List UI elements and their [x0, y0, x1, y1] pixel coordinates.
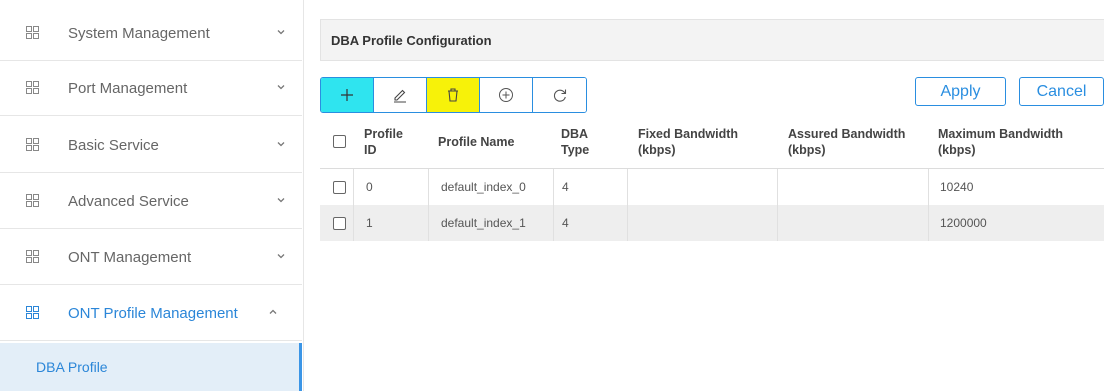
sidebar-item-label: Port Management	[68, 79, 188, 97]
table-row[interactable]: 0 default_index_0 4 10240	[320, 169, 1104, 205]
grid-icon	[26, 194, 39, 207]
column-header-profile-id[interactable]: Profile ID	[364, 115, 414, 168]
row-checkbox[interactable]	[333, 216, 346, 230]
cell-maximum-bandwidth: 1200000	[940, 216, 987, 230]
grid-icon	[26, 306, 39, 319]
column-header-fixed-bandwidth[interactable]: Fixed Bandwidth (kbps)	[638, 115, 768, 168]
table-header-row: Profile ID Profile Name DBA Type Fixed B…	[320, 115, 1104, 168]
cell-profile-name: default_index_1	[441, 216, 526, 230]
refresh-button[interactable]	[533, 78, 586, 112]
grid-icon	[26, 26, 39, 39]
row-select-cell	[333, 169, 346, 205]
sidebar-item-label: ONT Profile Management	[68, 304, 238, 322]
grid-icon	[26, 250, 39, 263]
column-divider	[928, 169, 929, 241]
column-header-assured-bandwidth[interactable]: Assured Bandwidth (kbps)	[788, 115, 928, 168]
sidebar-subitem-label: DBA Profile	[36, 359, 108, 375]
cell-profile-id: 1	[366, 216, 373, 230]
column-divider	[777, 169, 778, 241]
column-header-maximum-bandwidth[interactable]: Maximum Bandwidth (kbps)	[938, 115, 1098, 168]
circle-plus-icon	[499, 88, 513, 102]
cell-maximum-bandwidth: 10240	[940, 180, 974, 194]
grid-icon	[26, 81, 39, 94]
cell-profile-name: default_index_0	[441, 180, 526, 194]
column-divider	[353, 169, 354, 241]
column-divider	[428, 169, 429, 241]
column-divider	[627, 169, 628, 241]
sidebar-item-label: Basic Service	[68, 136, 159, 154]
chevron-up-icon	[269, 309, 277, 314]
sidebar-item-label: System Management	[68, 24, 210, 42]
sidebar-item-system-management[interactable]: System Management	[0, 6, 302, 61]
chevron-down-icon	[277, 254, 285, 259]
plus-icon	[341, 89, 353, 101]
delete-button[interactable]	[427, 78, 480, 112]
sidebar-item-port-management[interactable]: Port Management	[0, 61, 302, 116]
cancel-button[interactable]: Cancel	[1019, 77, 1104, 106]
sidebar-item-ont-management[interactable]: ONT Management	[0, 230, 302, 285]
table-row[interactable]: 1 default_index_1 4 1200000	[320, 205, 1104, 241]
sidebar-item-advanced-service[interactable]: Advanced Service	[0, 174, 302, 229]
refresh-icon	[553, 89, 566, 102]
select-all-checkbox[interactable]	[333, 135, 346, 148]
sidebar: System Management Port Management Basic …	[0, 0, 304, 391]
panel-header: DBA Profile Configuration	[320, 19, 1104, 61]
row-checkbox[interactable]	[333, 180, 346, 194]
cell-dba-type: 4	[562, 180, 569, 194]
sidebar-item-label: ONT Management	[68, 248, 192, 266]
edit-button[interactable]	[374, 78, 427, 112]
apply-button[interactable]: Apply	[915, 77, 1006, 106]
add-button[interactable]	[321, 78, 374, 112]
grid-icon	[26, 138, 39, 151]
toolbar	[320, 77, 587, 113]
cell-profile-id: 0	[366, 180, 373, 194]
circle-plus-button[interactable]	[480, 78, 533, 112]
column-header-profile-name[interactable]: Profile Name	[438, 115, 548, 168]
page-title: DBA Profile Configuration	[331, 32, 492, 48]
column-header-dba-type[interactable]: DBA Type	[561, 115, 611, 168]
sidebar-item-label: Advanced Service	[68, 192, 189, 210]
trash-icon	[448, 88, 458, 102]
chevron-down-icon	[277, 142, 285, 147]
cell-dba-type: 4	[562, 216, 569, 230]
chevron-down-icon	[277, 85, 285, 90]
column-divider	[553, 169, 554, 241]
chevron-down-icon	[277, 30, 285, 35]
chevron-down-icon	[277, 198, 285, 203]
sidebar-item-ont-profile-management[interactable]: ONT Profile Management	[0, 286, 302, 341]
pencil-icon	[394, 89, 406, 103]
row-select-cell	[333, 205, 346, 241]
select-all-cell	[333, 115, 346, 168]
sidebar-item-basic-service[interactable]: Basic Service	[0, 118, 302, 173]
sidebar-subitem-dba-profile[interactable]: DBA Profile	[0, 343, 302, 391]
